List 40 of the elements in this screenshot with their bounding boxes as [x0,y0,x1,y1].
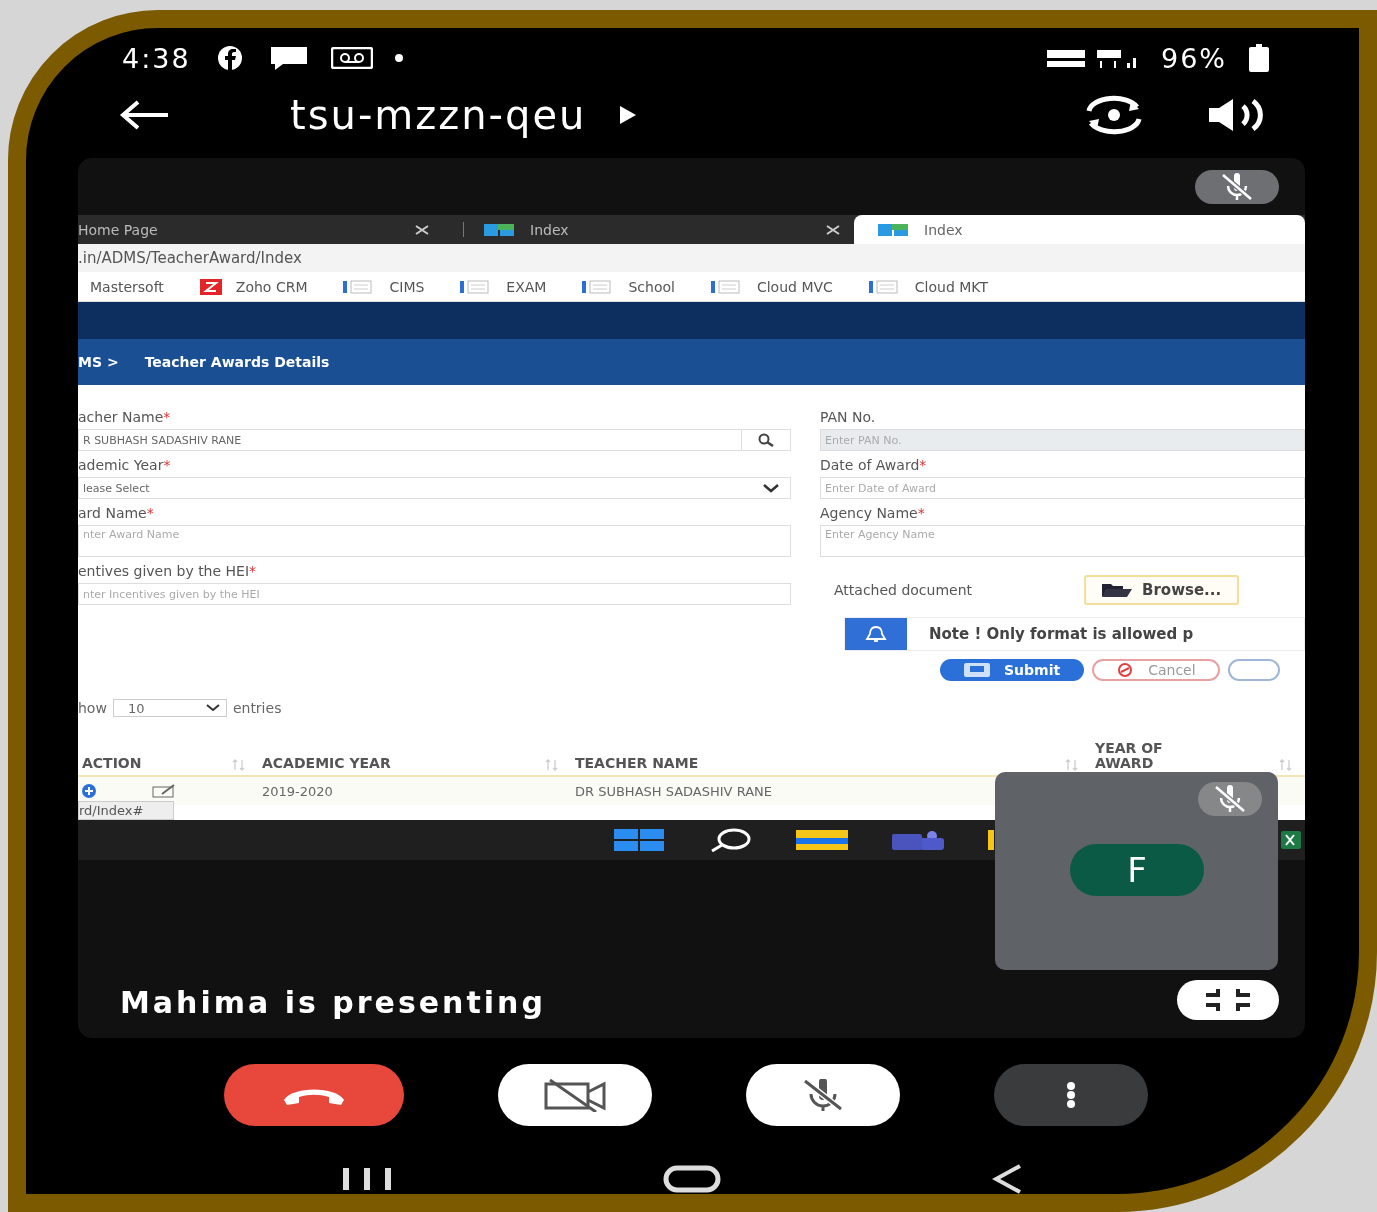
field-label: Agency Name* [820,505,926,523]
entries-label: how [78,700,107,716]
bookmark[interactable]: Cloud MKT [868,278,988,295]
column-header[interactable]: ACTION [82,756,142,771]
avatar: F [1070,844,1204,896]
entries-label: entries [232,700,282,716]
browser-tab[interactable]: Index [854,215,1305,244]
bookmark[interactable]: School [582,278,675,295]
note-text: Note ! Only format is allowed p [929,625,1194,643]
field-label: ademic Year* [78,457,172,475]
bookmark[interactable]: Cloud MVC [710,278,833,295]
bookmark[interactable]: Mastersoft [90,278,164,295]
page-heading: Teacher Awards Details [144,354,330,370]
field-label: PAN No. [820,409,877,427]
bookmark[interactable]: Zoho CRM [199,278,308,295]
table-cell: 2019-2020 [262,783,333,799]
browser-tab[interactable]: Index [484,215,854,244]
breadcrumb-link[interactable]: MS > [78,354,119,370]
page-size-select[interactable]: 10 [112,699,227,717]
browser-tab[interactable]: Home Page [78,215,443,244]
field-label: ard Name* [78,505,155,523]
column-header[interactable]: YEAR OF AWARD [1095,741,1205,771]
bookmark[interactable]: EXAM [460,278,547,295]
column-header[interactable]: ACADEMIC YEAR [262,756,391,771]
search-field[interactable]: R SUBHASH SADASHIV RANE [78,429,791,451]
meeting-code: tsu-mzzn-qeu [290,92,587,138]
column-header[interactable]: TEACHER NAME [575,756,699,771]
field-label: acher Name* [78,409,172,427]
field-label: entives given by the HEI* [78,563,258,581]
select-field[interactable]: lease Select [78,477,791,499]
table-cell: DR SUBHASH SADASHIV RANE [575,783,772,799]
presenter-caption: Mahima is presenting [120,985,547,1020]
bookmark[interactable]: CIMS [343,278,425,295]
address-field[interactable]: .in/ADMS/TeacherAward/Index [78,249,302,267]
submit-button[interactable]: Submit [940,659,1085,681]
browse-button[interactable]: Browse... [1084,575,1240,605]
field-label: Attached document [834,581,974,599]
battery-percent: 96% [1161,42,1227,74]
clock-time: 4:38 [122,42,191,74]
field-label: Date of Award* [820,457,928,475]
